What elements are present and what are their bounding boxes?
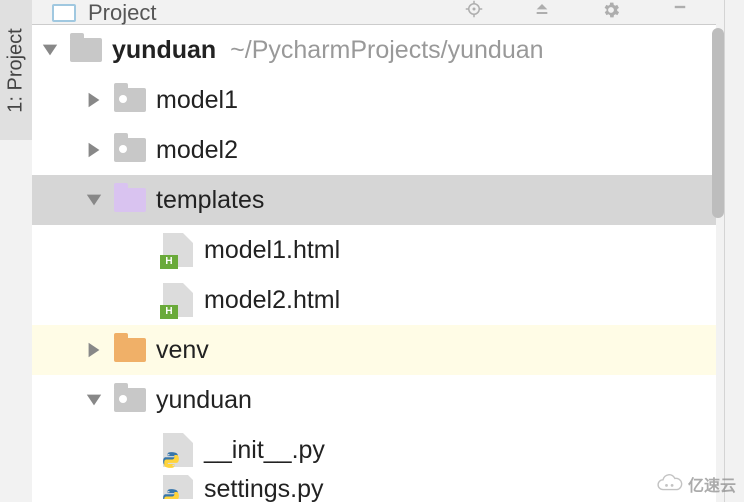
package-folder-icon: [112, 384, 148, 416]
scrollbar-thumb[interactable]: [712, 28, 724, 218]
tree-item-label: model1.html: [204, 236, 340, 265]
tree-row[interactable]: yunduan: [32, 375, 716, 425]
watermark: 亿速云: [656, 472, 736, 496]
html-file-icon: H: [160, 234, 196, 266]
tree-item-label: __init__.py: [204, 436, 325, 465]
tree-row[interactable]: settings.py: [32, 475, 716, 502]
root-name: yunduan: [112, 36, 216, 65]
folder-icon: [68, 34, 104, 66]
package-folder-icon: [112, 134, 148, 166]
tree-row[interactable]: model1: [32, 75, 716, 125]
python-file-icon: [160, 475, 196, 499]
watermark-text: 亿速云: [688, 472, 736, 496]
chevron-right-icon[interactable]: [84, 340, 104, 360]
right-gutter: [724, 0, 744, 502]
tree-row[interactable]: H model2.html: [32, 275, 716, 325]
tree-row-selected[interactable]: templates: [32, 175, 716, 225]
cloud-logo-icon: [656, 474, 684, 494]
tool-window-title: Project: [88, 0, 156, 26]
project-tree[interactable]: yunduan ~/PycharmProjects/yunduan model1…: [32, 25, 716, 502]
side-tab-project[interactable]: 1: Project: [0, 0, 32, 140]
tree-item-label: settings.py: [204, 475, 324, 502]
locate-icon[interactable]: [462, 0, 486, 23]
tree-item-label: venv: [156, 336, 209, 365]
root-path: ~/PycharmProjects/yunduan: [230, 36, 543, 65]
templates-folder-icon: [112, 184, 148, 216]
tree-row[interactable]: H model1.html: [32, 225, 716, 275]
chevron-right-icon[interactable]: [84, 90, 104, 110]
collapse-all-icon[interactable]: [530, 0, 554, 21]
chevron-right-icon[interactable]: [84, 140, 104, 160]
tree-item-label: yunduan: [156, 386, 252, 415]
venv-folder-icon: [112, 334, 148, 366]
chevron-down-icon[interactable]: [40, 40, 60, 60]
tree-row-venv[interactable]: venv: [32, 325, 716, 375]
tree-row[interactable]: __init__.py: [32, 425, 716, 475]
tree-item-label: templates: [156, 186, 264, 215]
project-view-icon: [52, 4, 76, 22]
python-file-icon: [160, 434, 196, 466]
tree-row[interactable]: model2: [32, 125, 716, 175]
tool-window-header: Project: [32, 0, 716, 25]
package-folder-icon: [112, 84, 148, 116]
chevron-down-icon[interactable]: [84, 390, 104, 410]
tree-item-label: model2.html: [204, 286, 340, 315]
html-file-icon: H: [160, 284, 196, 316]
chevron-down-icon[interactable]: [84, 190, 104, 210]
hide-icon[interactable]: [668, 0, 692, 19]
tree-item-label: model1: [156, 86, 238, 115]
side-tab-label: 1: Project: [5, 28, 28, 112]
tree-root-row[interactable]: yunduan ~/PycharmProjects/yunduan: [32, 25, 716, 75]
settings-gear-icon[interactable]: [598, 0, 624, 25]
tree-item-label: model2: [156, 136, 238, 165]
